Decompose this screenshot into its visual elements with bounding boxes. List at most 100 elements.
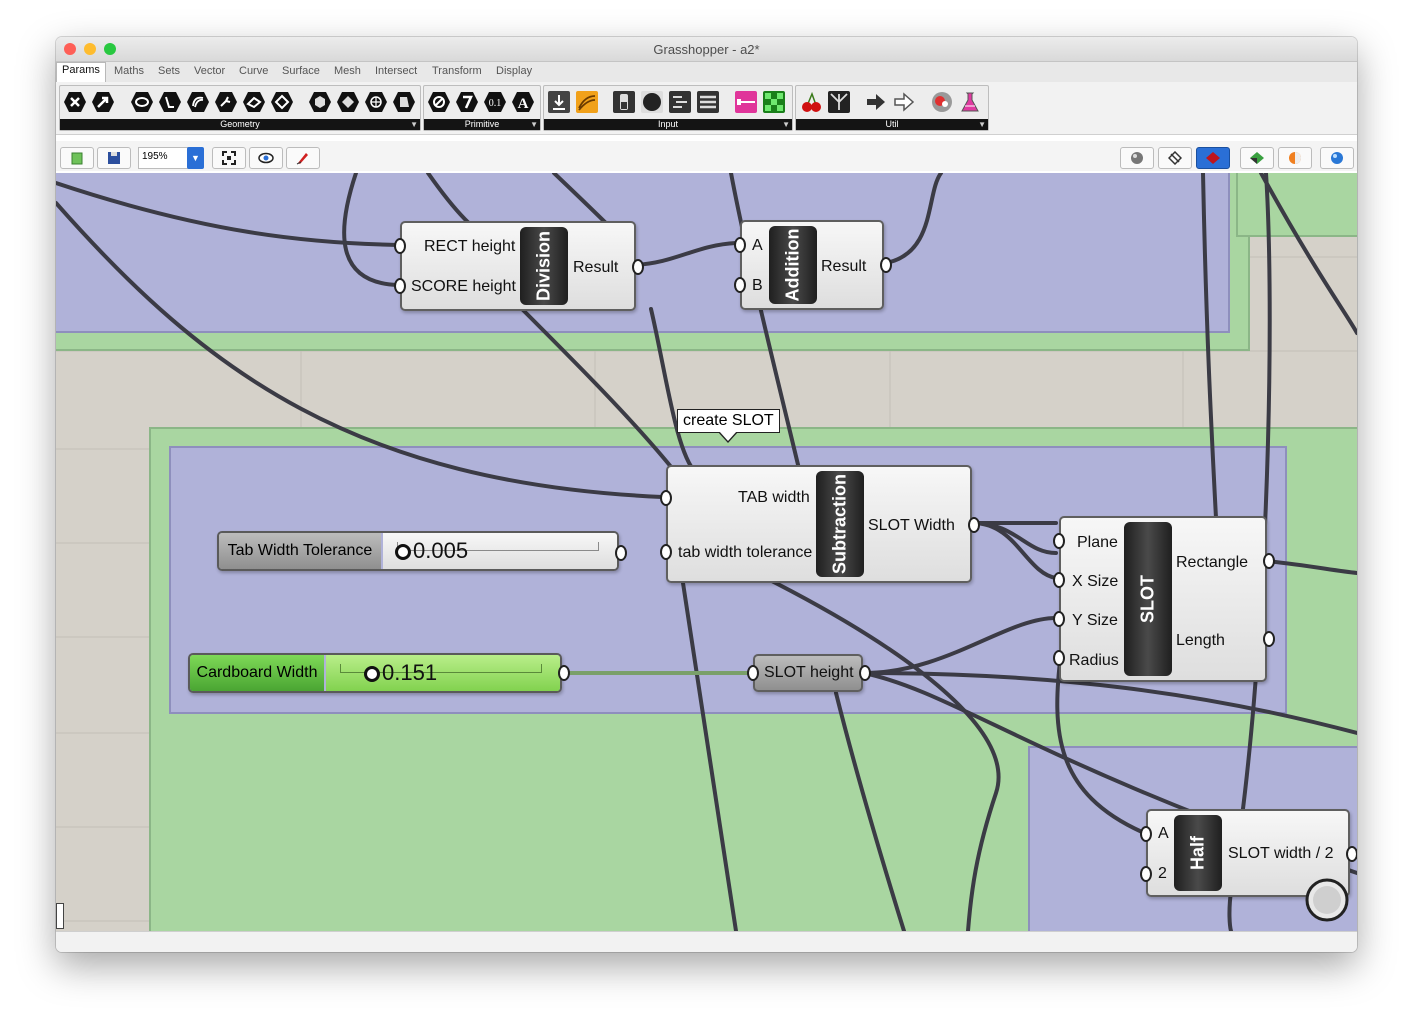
input-port[interactable] bbox=[1053, 650, 1065, 666]
grasshopper-canvas[interactable]: RECT height SCORE height Division Result… bbox=[56, 173, 1357, 931]
zoom-dropdown-button[interactable]: ▼ bbox=[187, 147, 204, 169]
tab-surface[interactable]: Surface bbox=[282, 65, 320, 77]
hexagon-icon[interactable] bbox=[364, 90, 388, 114]
output-port[interactable] bbox=[859, 665, 871, 681]
input-port[interactable] bbox=[747, 665, 759, 681]
component-core[interactable]: Addition bbox=[769, 226, 817, 304]
panel-util: Util ▼ bbox=[795, 85, 989, 131]
panel-expand-icon[interactable]: ▼ bbox=[530, 119, 538, 130]
preview-wireframe-button[interactable] bbox=[1158, 147, 1192, 169]
save-file-button[interactable] bbox=[97, 147, 131, 169]
hexagon-icon[interactable]: 0.1 bbox=[483, 90, 507, 114]
data-tree-icon[interactable] bbox=[827, 90, 851, 114]
tab-maths[interactable]: Maths bbox=[114, 65, 144, 77]
output-port[interactable] bbox=[615, 545, 627, 561]
hexagon-icon[interactable] bbox=[158, 90, 182, 114]
panel-expand-icon[interactable]: ▼ bbox=[782, 119, 790, 130]
hexagon-icon[interactable] bbox=[214, 90, 238, 114]
graph-mapper-icon[interactable] bbox=[575, 90, 599, 114]
tab-transform[interactable]: Transform bbox=[432, 65, 482, 77]
output-port[interactable] bbox=[1263, 553, 1275, 569]
division-component[interactable]: RECT height SCORE height Division Result bbox=[400, 221, 636, 311]
addition-component[interactable]: A B Addition Result bbox=[740, 220, 884, 310]
hexagon-icon[interactable]: A bbox=[511, 90, 535, 114]
output-port[interactable] bbox=[558, 665, 570, 681]
button-icon[interactable] bbox=[640, 90, 664, 114]
input-port[interactable] bbox=[660, 490, 672, 506]
zoom-level-field[interactable]: 195% bbox=[138, 147, 193, 169]
material-preview-button[interactable] bbox=[1278, 147, 1312, 169]
hexagon-icon[interactable] bbox=[455, 90, 479, 114]
preview-selected-button[interactable] bbox=[1240, 147, 1274, 169]
hexagon-icon[interactable] bbox=[427, 90, 451, 114]
hexagon-icon[interactable] bbox=[336, 90, 360, 114]
preview-shaded-button[interactable] bbox=[1196, 147, 1230, 169]
gradient-icon[interactable] bbox=[734, 90, 758, 114]
hexagon-icon[interactable] bbox=[242, 90, 266, 114]
input-port[interactable] bbox=[734, 237, 746, 253]
arrow-right-outline-icon[interactable] bbox=[892, 90, 916, 114]
sketch-pen-button[interactable] bbox=[286, 147, 320, 169]
flask-icon[interactable] bbox=[958, 90, 982, 114]
component-core[interactable]: Half bbox=[1174, 815, 1222, 891]
tab-width-tolerance-slider[interactable]: Tab Width Tolerance 0.005 bbox=[217, 531, 619, 571]
preview-none-button[interactable] bbox=[1120, 147, 1154, 169]
cardboard-width-slider[interactable]: Cardboard Width 0.151 bbox=[188, 653, 562, 693]
component-core[interactable]: Subtraction bbox=[816, 471, 864, 577]
panel-input-icon[interactable] bbox=[696, 90, 720, 114]
zoom-extents-button[interactable] bbox=[212, 147, 246, 169]
slider-knob[interactable] bbox=[395, 544, 411, 560]
cherry-icon[interactable] bbox=[799, 90, 823, 114]
input-port[interactable] bbox=[1140, 826, 1152, 842]
slider-track-area[interactable]: 0.005 bbox=[383, 533, 617, 569]
scroll-handle[interactable] bbox=[56, 903, 64, 929]
hexagon-icon[interactable] bbox=[91, 90, 115, 114]
subtraction-component[interactable]: TAB width tab width tolerance Subtractio… bbox=[666, 465, 972, 583]
output-port[interactable] bbox=[1346, 846, 1357, 862]
slot-height-param[interactable]: SLOT height bbox=[753, 654, 863, 692]
output-port[interactable] bbox=[1263, 631, 1275, 647]
input-port[interactable] bbox=[1053, 611, 1065, 627]
slider-input-icon[interactable] bbox=[668, 90, 692, 114]
input-port[interactable] bbox=[1140, 866, 1152, 882]
download-icon[interactable] bbox=[547, 90, 571, 114]
hexagon-icon[interactable] bbox=[270, 90, 294, 114]
input-port[interactable] bbox=[660, 544, 672, 560]
component-core[interactable]: Division bbox=[520, 227, 568, 305]
output-port[interactable] bbox=[968, 517, 980, 533]
tab-params[interactable]: Params bbox=[56, 62, 106, 83]
tab-sets[interactable]: Sets bbox=[158, 65, 180, 77]
toggle-icon[interactable] bbox=[612, 90, 636, 114]
tab-display[interactable]: Display bbox=[496, 65, 532, 77]
panel-expand-icon[interactable]: ▼ bbox=[978, 119, 986, 130]
hexagon-icon[interactable] bbox=[186, 90, 210, 114]
hexagon-icon[interactable] bbox=[130, 90, 154, 114]
input-port[interactable] bbox=[734, 277, 746, 293]
input-port[interactable] bbox=[1053, 572, 1065, 588]
slider-knob[interactable] bbox=[364, 666, 380, 682]
tab-vector[interactable]: Vector bbox=[194, 65, 225, 77]
hexagon-icon[interactable] bbox=[308, 90, 332, 114]
input-port[interactable] bbox=[1053, 533, 1065, 549]
slot-component[interactable]: Plane X Size Y Size Radius SLOT Rectangl… bbox=[1059, 516, 1267, 682]
tab-intersect[interactable]: Intersect bbox=[375, 65, 417, 77]
slider-track-area[interactable]: 0.151 bbox=[326, 655, 560, 691]
navigation-compass-icon[interactable] bbox=[1304, 877, 1350, 923]
tab-curve[interactable]: Curve bbox=[239, 65, 268, 77]
swatch-grid-icon[interactable] bbox=[762, 90, 786, 114]
panel-expand-icon[interactable]: ▼ bbox=[410, 119, 418, 130]
preview-toggle-button[interactable] bbox=[249, 147, 283, 169]
output-port[interactable] bbox=[880, 257, 892, 273]
hexagon-icon[interactable] bbox=[392, 90, 416, 114]
hexagon-icon[interactable] bbox=[63, 90, 87, 114]
input-port[interactable] bbox=[394, 278, 406, 294]
input-port[interactable] bbox=[394, 238, 406, 254]
output-port[interactable] bbox=[632, 259, 644, 275]
component-ribbon: Geometry ▼ 0.1 A Primitive ▼ Input ▼ Uti… bbox=[56, 82, 1357, 135]
component-core[interactable]: SLOT bbox=[1124, 522, 1172, 676]
open-file-button[interactable] bbox=[60, 147, 94, 169]
display-sphere-button[interactable] bbox=[1320, 147, 1354, 169]
tab-mesh[interactable]: Mesh bbox=[334, 65, 361, 77]
galapagos-icon[interactable] bbox=[930, 90, 954, 114]
arrow-right-icon[interactable] bbox=[864, 90, 888, 114]
